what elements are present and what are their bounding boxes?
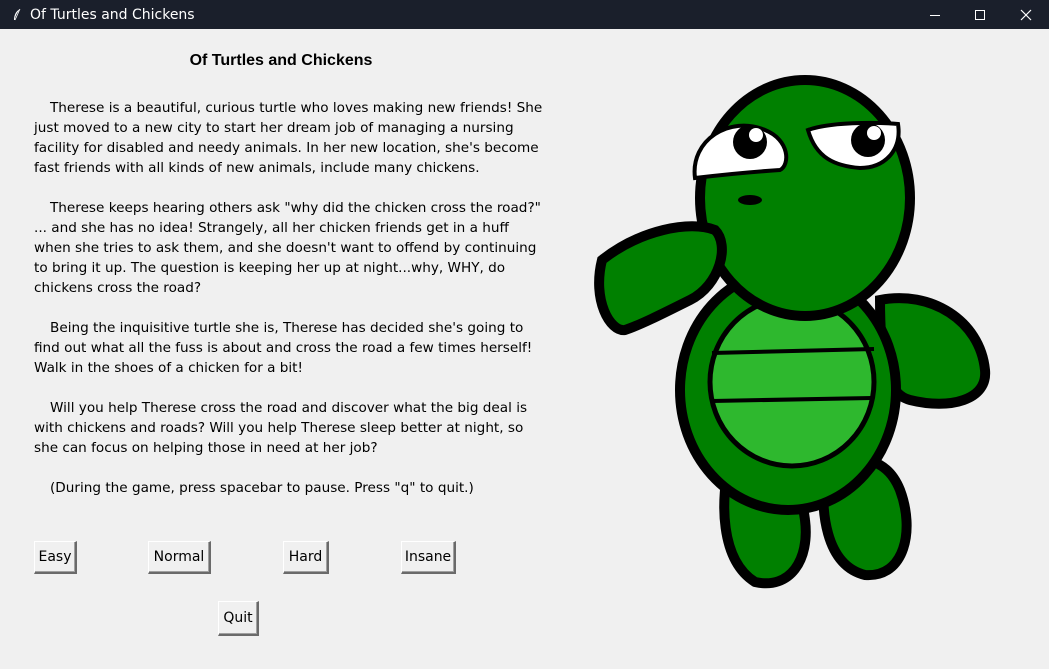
quit-button[interactable]: Quit (218, 601, 259, 636)
story-paragraph: Being the inquisitive turtle she is, The… (34, 320, 533, 376)
close-button[interactable] (1003, 0, 1049, 29)
hard-button[interactable]: Hard (283, 541, 329, 574)
window-title: Of Turtles and Chickens (30, 6, 195, 23)
story-paragraph: Therese is a beautiful, curious turtle w… (34, 100, 543, 176)
page-title: Of Turtles and Chickens (189, 52, 373, 69)
story-text: Therese is a beautiful, curious turtle w… (34, 98, 544, 518)
controls-note: (During the game, press spacebar to paus… (50, 480, 474, 496)
turtle-right-pupil (851, 123, 885, 157)
turtle-mouth (738, 195, 762, 205)
easy-button[interactable]: Easy (34, 541, 77, 574)
turtle-head (695, 75, 915, 321)
minimize-button[interactable] (912, 0, 958, 29)
turtle-belly (707, 295, 877, 469)
story-paragraph: Therese keeps hearing others ask "why di… (34, 200, 541, 296)
insane-button[interactable]: Insane (401, 541, 456, 574)
minimize-icon (930, 14, 940, 16)
maximize-icon (975, 9, 985, 20)
turtle-right-pupil-highlight (867, 126, 881, 140)
turtle-left-pupil (733, 125, 767, 159)
turtle-illustration (594, 75, 991, 589)
turtle-left-pupil-highlight (749, 128, 763, 142)
maximize-button[interactable] (957, 0, 1003, 29)
title-bar: Of Turtles and Chickens (0, 0, 1049, 29)
story-paragraph: Will you help Therese cross the road and… (34, 400, 528, 456)
close-icon (1020, 9, 1032, 20)
normal-button[interactable]: Normal (148, 541, 211, 574)
feather-icon (10, 8, 24, 22)
